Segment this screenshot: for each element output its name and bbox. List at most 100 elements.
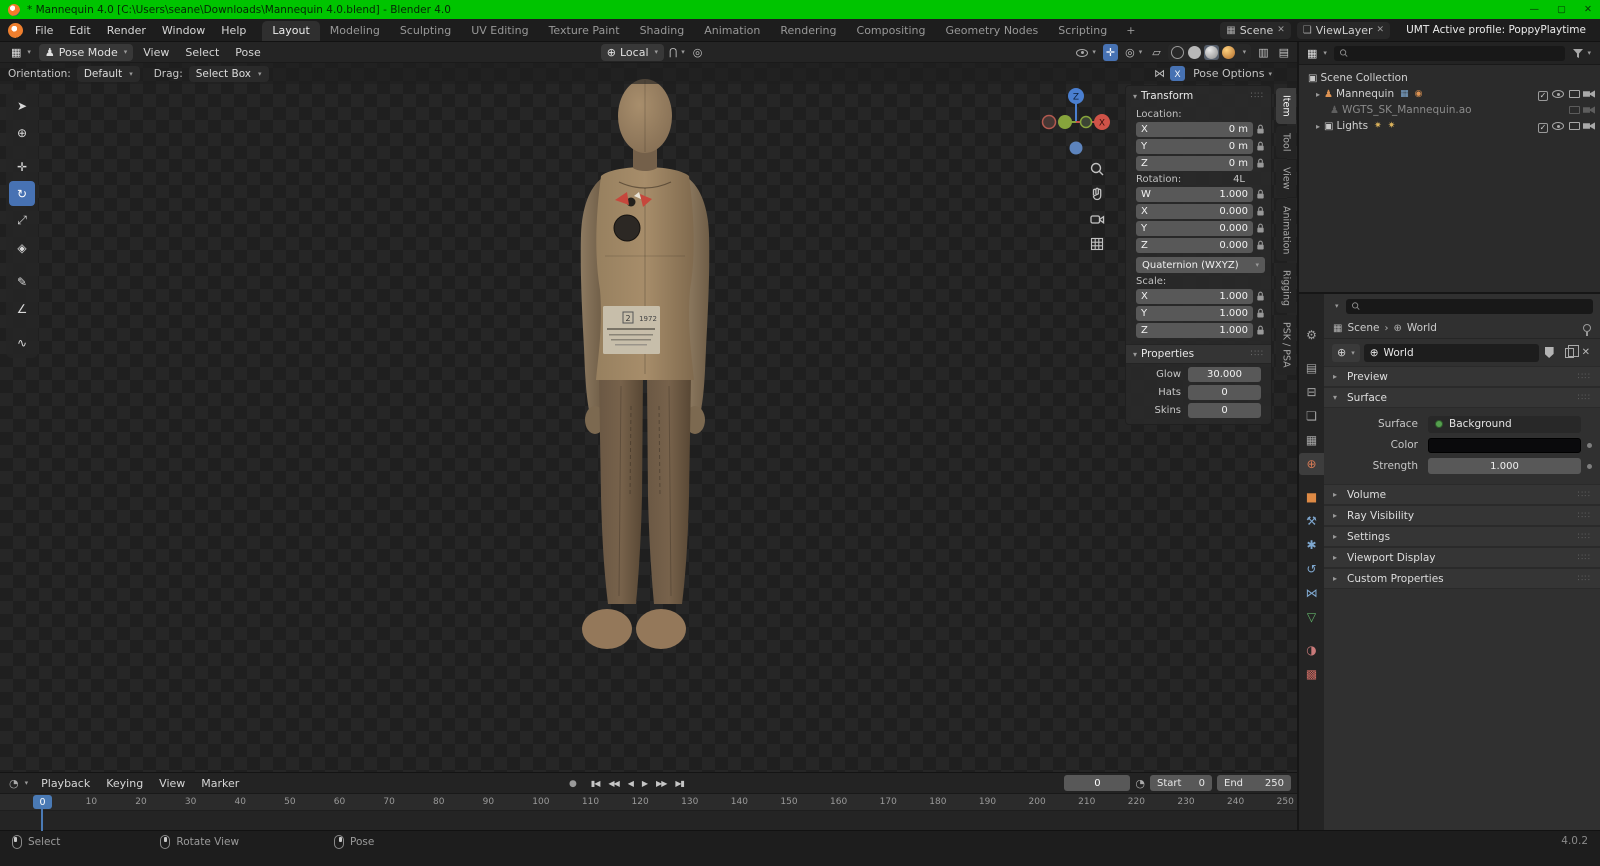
new-world-button[interactable] [1560,347,1576,359]
property-value-field[interactable]: 30.000 [1188,367,1261,382]
tool-transform[interactable]: ◈ [9,235,35,260]
next-keyframe-button[interactable]: ▶▶ [653,777,669,790]
auto-keying-toggle[interactable]: ● [566,777,579,791]
outliner-search-input[interactable] [1352,48,1560,59]
menu-marker[interactable]: Marker [193,777,247,790]
property-value-field[interactable]: 0 [1188,403,1261,418]
menu-pose[interactable]: Pose [227,46,268,59]
properties-subpanel-header[interactable]: ▾ Properties ∷∷ [1126,344,1271,364]
selectable-checkbox[interactable]: ✓ [1538,91,1548,101]
tab-sculpting[interactable]: Sculpting [390,21,461,41]
orientation-setting-dropdown[interactable]: Default ▾ [77,66,140,82]
tool-scale[interactable]: ⤢ [9,208,35,233]
disable-render-icon[interactable] [1583,90,1595,98]
unlink-scene-icon[interactable]: ✕ [1277,25,1285,35]
lock-icon[interactable] [1256,240,1265,251]
pose-options-dropdown[interactable]: Pose Options ▾ [1190,65,1275,82]
play-button[interactable]: ▶ [639,777,650,790]
close-button[interactable]: ✕ [1584,4,1592,15]
disable-render-icon[interactable] [1583,106,1595,114]
tool-rotate[interactable]: ↻ [9,181,35,206]
panel-ray-visibility[interactable]: ▸ Ray Visibility ∷∷ [1324,505,1600,526]
menu-render[interactable]: Render [99,24,154,37]
properties-search-input[interactable] [1364,301,1588,312]
ntab-rigging[interactable]: Rigging [1276,263,1296,313]
filter-dropdown[interactable]: ▾ [1570,47,1594,60]
menu-edit[interactable]: Edit [61,24,98,37]
frame-start-field[interactable]: Start 0 [1150,775,1212,791]
frame-end-field[interactable]: End 250 [1217,775,1291,791]
overlays-dropdown[interactable]: ◎ ▾ [1122,44,1145,61]
previous-frame-button[interactable]: ◀ [625,777,636,790]
tab-scripting[interactable]: Scripting [1048,21,1117,41]
navigation-gizmo[interactable]: Z X [1038,86,1114,166]
ntab-animation[interactable]: Animation [1276,199,1296,261]
strength-field[interactable]: 1.000 [1428,458,1581,474]
proportional-editing-toggle[interactable]: ◎ [690,44,706,61]
rotation-number-field[interactable]: Y 0.000 [1136,221,1253,236]
ptab-render[interactable]: ▤ [1299,357,1324,379]
outliner-row-wgts[interactable]: ♟ WGTS_SK_Mannequin.ao [1299,102,1600,118]
drag-setting-dropdown[interactable]: Select Box ▾ [189,66,269,82]
surface-shader-dropdown[interactable]: Background [1428,416,1581,433]
mannequin-model[interactable]: 2 1972 [545,76,745,668]
lock-icon[interactable] [1256,325,1265,336]
menu-keying[interactable]: Keying [98,777,151,790]
show-gizmos-toggle[interactable]: ✛ [1103,44,1118,61]
disable-viewport-icon[interactable] [1569,122,1580,130]
disable-viewport-icon[interactable] [1569,106,1580,114]
world-name-field[interactable]: ⊕ World [1364,344,1539,362]
jump-to-start-button[interactable]: ▮◀ [588,777,603,790]
editor-type-dropdown[interactable]: ▦ ▾ [5,44,37,61]
tab-texture-paint[interactable]: Texture Paint [539,21,630,41]
ntab-tool[interactable]: Tool [1276,126,1296,158]
tab-animation[interactable]: Animation [694,21,770,41]
tab-rendering[interactable]: Rendering [770,21,846,41]
properties-filter-dropdown[interactable]: ▾ [1331,298,1341,315]
ptab-object-data[interactable]: ▽ [1299,606,1324,628]
animate-color-button[interactable] [1585,443,1594,448]
lock-icon[interactable] [1256,189,1265,200]
menu-view[interactable]: View [135,46,177,59]
scene-selector[interactable]: ▦ Scene ✕ [1220,22,1291,39]
use-preview-range-icon[interactable]: ◔ [1135,777,1145,790]
maximize-button[interactable]: ▢ [1557,4,1566,15]
shading-solid-button[interactable] [1187,45,1202,60]
properties-search[interactable] [1346,299,1593,314]
hide-eye-icon[interactable] [1552,122,1564,130]
timeline-track[interactable] [0,811,1297,831]
outliner-row-mannequin[interactable]: ▸ ♟ Mannequin ▦ ◉ ✓ [1299,86,1600,102]
timeline-ruler[interactable]: 0102030405060708090100110120130140150160… [0,794,1297,811]
lock-icon[interactable] [1256,206,1265,217]
menu-playback[interactable]: Playback [33,777,98,790]
lock-icon[interactable] [1256,158,1265,169]
lock-icon[interactable] [1256,291,1265,302]
location-number-field[interactable]: X 0 m [1136,122,1253,137]
snapping-toggle[interactable]: ⋃ ▾ [666,45,688,60]
ptab-output[interactable]: ⊟ [1299,381,1324,403]
tool-annotate[interactable]: ✎ [9,269,35,294]
pan-hand-icon[interactable] [1088,185,1106,203]
fake-user-button[interactable] [1543,346,1556,359]
menu-timeline-view[interactable]: View [151,777,193,790]
remove-viewlayer-icon[interactable]: ✕ [1377,25,1385,35]
tab-compositing[interactable]: Compositing [847,21,936,41]
panel-preview[interactable]: ▸ Preview ∷∷ [1324,366,1600,387]
tool-measure[interactable]: ∠ [9,296,35,321]
lock-icon[interactable] [1256,223,1265,234]
breadcrumb-scene[interactable]: Scene [1347,322,1379,334]
disable-render-icon[interactable] [1583,122,1595,130]
toggle-orthographic-icon[interactable] [1088,235,1106,253]
menu-window[interactable]: Window [154,24,213,37]
playhead[interactable]: 0 [33,795,52,809]
outliner-row-lights[interactable]: ▸ ▣ Lights ✷ ✷ ✓ [1299,118,1600,134]
shading-material-button[interactable] [1204,45,1219,60]
shading-dropdown[interactable]: ▾ [1238,46,1250,58]
panel-custom-properties[interactable]: ▸ Custom Properties ∷∷ [1324,568,1600,589]
outliner-row-scene-collection[interactable]: ▣ Scene Collection [1299,70,1600,86]
minimize-button[interactable]: — [1530,4,1540,15]
ptab-texture[interactable]: ▩ [1299,663,1324,685]
rotation-number-field[interactable]: Z 0.000 [1136,238,1253,253]
transform-panel-header[interactable]: ▾ Transform ∷∷ [1126,86,1271,106]
ptab-object[interactable]: ■ [1299,486,1324,508]
